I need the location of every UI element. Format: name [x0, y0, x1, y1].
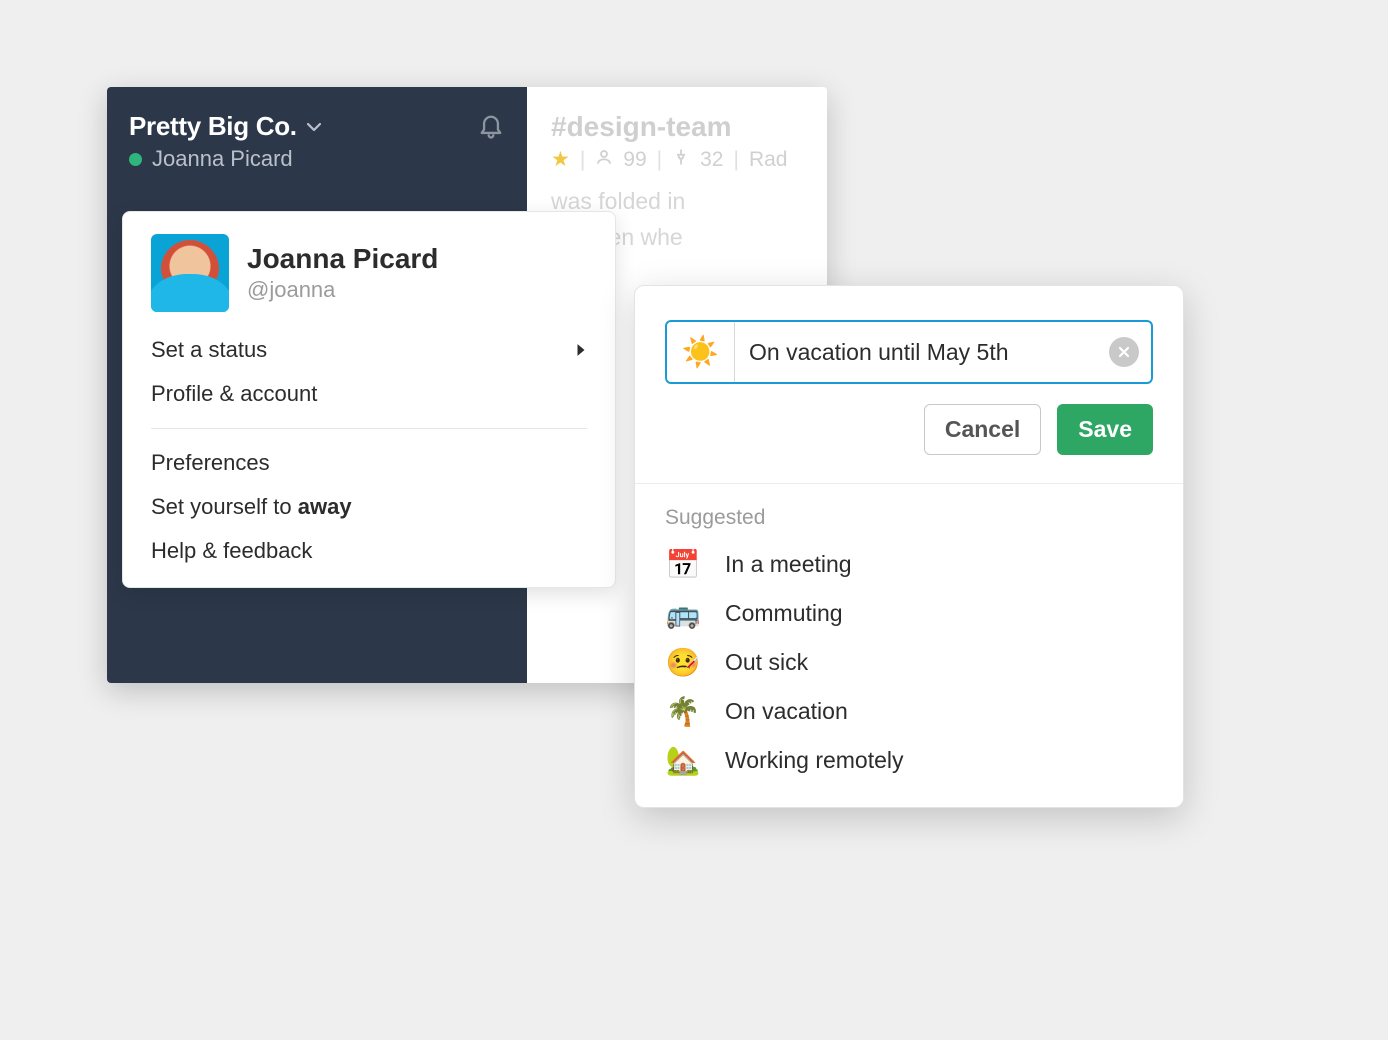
- suggested-list: 📅 In a meeting 🚌 Commuting 🤒 Out sick 🌴 …: [665, 548, 1153, 777]
- suggested-item-meeting[interactable]: 📅 In a meeting: [665, 548, 1153, 581]
- suggested-label: Working remotely: [725, 747, 904, 774]
- suggested-label: Commuting: [725, 600, 843, 627]
- sick-face-icon: 🤒: [665, 646, 701, 679]
- chevron-down-icon[interactable]: [307, 122, 321, 132]
- star-icon[interactable]: ★: [551, 147, 570, 172]
- house-icon: 🏡: [665, 744, 701, 777]
- status-input-wrap: ☀️: [665, 320, 1153, 384]
- avatar[interactable]: [151, 234, 229, 312]
- workspace-header[interactable]: Pretty Big Co. Joanna Picard: [107, 87, 527, 186]
- cancel-button[interactable]: Cancel: [924, 404, 1041, 455]
- suggested-label: Out sick: [725, 649, 808, 676]
- channel-name[interactable]: #design-team: [551, 111, 803, 143]
- status-modal: ☀️ Cancel Save Suggested 📅 In a meeting …: [634, 285, 1184, 808]
- menu-profile-header: Joanna Picard @joanna: [123, 212, 615, 328]
- menu-item-label: Preferences: [151, 450, 270, 476]
- save-button[interactable]: Save: [1057, 404, 1153, 455]
- menu-item-label: Set yourself to away: [151, 494, 352, 520]
- channel-topic-fragment: Rad: [749, 148, 788, 172]
- bell-icon[interactable]: [477, 111, 505, 141]
- members-count: 99: [623, 148, 646, 172]
- profile-name: Joanna Picard: [247, 243, 438, 275]
- status-input[interactable]: [735, 339, 1109, 366]
- profile-handle: @joanna: [247, 277, 438, 303]
- current-user-name[interactable]: Joanna Picard: [152, 146, 293, 172]
- workspace-name[interactable]: Pretty Big Co.: [129, 111, 297, 142]
- menu-separator: [151, 428, 587, 429]
- palm-tree-icon: 🌴: [665, 695, 701, 728]
- menu-item-label: Profile & account: [151, 381, 317, 407]
- suggested-title: Suggested: [665, 506, 1153, 530]
- sun-icon: ☀️: [682, 335, 719, 370]
- suggested-item-remote[interactable]: 🏡 Working remotely: [665, 744, 1153, 777]
- channel-meta: ★ | 99 | 32 | Rad: [551, 147, 803, 172]
- menu-item-label: Help & feedback: [151, 538, 312, 564]
- caret-right-icon: [575, 343, 587, 357]
- emoji-picker-button[interactable]: ☀️: [667, 322, 735, 382]
- pins-count: 32: [700, 148, 723, 172]
- pin-icon: [672, 148, 690, 172]
- members-icon: [595, 148, 613, 172]
- menu-item-profile-account[interactable]: Profile & account: [123, 372, 615, 416]
- suggested-item-vacation[interactable]: 🌴 On vacation: [665, 695, 1153, 728]
- menu-item-help-feedback[interactable]: Help & feedback: [123, 529, 615, 573]
- presence-indicator: [129, 153, 142, 166]
- menu-item-set-status[interactable]: Set a status: [123, 328, 615, 372]
- user-menu-popover: Joanna Picard @joanna Set a status Profi…: [122, 211, 616, 588]
- suggested-item-sick[interactable]: 🤒 Out sick: [665, 646, 1153, 679]
- menu-item-label: Set a status: [151, 337, 267, 363]
- bus-icon: 🚌: [665, 597, 701, 630]
- suggested-label: In a meeting: [725, 551, 852, 578]
- menu-item-set-away[interactable]: Set yourself to away: [123, 485, 615, 529]
- calendar-icon: 📅: [665, 548, 701, 581]
- suggested-item-commuting[interactable]: 🚌 Commuting: [665, 597, 1153, 630]
- suggested-label: On vacation: [725, 698, 848, 725]
- menu-item-preferences[interactable]: Preferences: [123, 441, 615, 485]
- sidebar: Pretty Big Co. Joanna Picard: [107, 87, 527, 683]
- clear-status-button[interactable]: [1109, 337, 1139, 367]
- suggested-section: Suggested 📅 In a meeting 🚌 Commuting 🤒 O…: [635, 484, 1183, 807]
